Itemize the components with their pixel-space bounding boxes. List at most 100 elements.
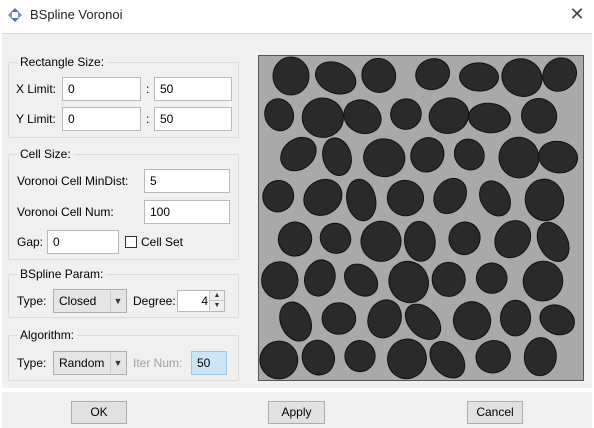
gap-label: Gap: <box>17 235 44 249</box>
voronoi-preview <box>258 55 584 381</box>
mindist-input[interactable]: 5 <box>144 169 230 193</box>
window-title: BSpline Voronoi <box>30 7 123 22</box>
voronoi-cell <box>301 339 336 376</box>
cancel-button[interactable]: Cancel <box>467 401 523 424</box>
voronoi-cell <box>453 138 485 171</box>
voronoi-cell <box>433 177 467 215</box>
voronoi-cell <box>521 97 558 134</box>
algorithm-type-value: Random <box>59 356 105 370</box>
voronoi-cell <box>501 58 543 97</box>
voronoi-cell <box>494 220 532 259</box>
cell-num-label: Voronoi Cell Num: <box>17 205 114 219</box>
close-icon[interactable]: ✕ <box>566 3 588 25</box>
voronoi-cell <box>428 97 470 134</box>
button-bar: OK Apply Cancel <box>2 392 592 428</box>
voronoi-cell <box>459 62 500 92</box>
x-max-input[interactable]: 50 <box>154 77 232 101</box>
voronoi-cell <box>319 222 352 254</box>
voronoi-cell <box>280 136 317 172</box>
x-separator: : <box>146 82 150 96</box>
voronoi-cell <box>452 301 492 341</box>
spline-type-value: Closed <box>59 294 97 308</box>
voronoi-cell <box>522 260 564 302</box>
voronoi-cell <box>277 221 313 257</box>
chevron-down-icon: ▼ <box>110 353 125 373</box>
y-min-input[interactable]: 0 <box>62 107 141 131</box>
bspline-param-legend: BSpline Param: <box>17 267 107 281</box>
voronoi-cell <box>363 138 406 178</box>
voronoi-cell <box>448 221 481 256</box>
voronoi-cell <box>542 57 578 92</box>
spin-up-icon[interactable]: ▲ <box>210 291 224 301</box>
y-separator: : <box>146 112 150 126</box>
cell-size-group: Cell Size: Voronoi Cell MinDist: 5 Voron… <box>8 147 239 260</box>
voronoi-cell <box>361 58 397 93</box>
algorithm-type-select[interactable]: Random ▼ <box>53 351 127 375</box>
ok-button[interactable]: OK <box>71 401 127 424</box>
voronoi-cell <box>415 58 451 91</box>
gap-input[interactable]: 0 <box>47 230 119 254</box>
voronoi-cell <box>261 261 299 300</box>
mindist-label: Voronoi Cell MinDist: <box>17 174 129 188</box>
cell-set-checkbox[interactable] <box>125 236 137 248</box>
voronoi-cell <box>367 299 402 339</box>
voronoi-cell <box>387 338 427 380</box>
apply-button[interactable]: Apply <box>268 401 325 424</box>
voronoi-cell <box>410 137 445 173</box>
rectangle-size-legend: Rectangle Size: <box>17 55 108 69</box>
voronoi-cell <box>429 340 466 379</box>
chevron-down-icon: ▼ <box>110 291 125 311</box>
iter-num-input[interactable]: 50 <box>191 351 227 375</box>
voronoi-cell <box>279 301 312 342</box>
voronoi-cell <box>538 140 579 174</box>
voronoi-cell <box>344 263 379 297</box>
voronoi-cell <box>272 56 310 96</box>
degree-spinbox[interactable]: 4 ▲ ▼ <box>177 290 225 312</box>
cell-size-legend: Cell Size: <box>17 147 74 161</box>
voronoi-cells-canvas <box>259 56 579 380</box>
voronoi-cell <box>314 61 357 95</box>
voronoi-cell <box>536 221 570 262</box>
spline-type-label: Type: <box>17 294 47 308</box>
voronoi-cell <box>344 340 376 373</box>
voronoi-cell <box>322 137 352 176</box>
voronoi-cell <box>539 304 575 336</box>
y-max-input[interactable]: 50 <box>154 107 232 131</box>
cell-set-label[interactable]: Cell Set <box>141 235 183 249</box>
spline-type-select[interactable]: Closed ▼ <box>53 289 127 313</box>
x-min-input[interactable]: 0 <box>62 77 141 101</box>
voronoi-cell <box>343 99 382 135</box>
voronoi-cell <box>390 98 422 130</box>
degree-label: Degree: <box>133 294 176 308</box>
iter-num-label: Iter Num: <box>133 356 183 370</box>
voronoi-cell <box>360 220 402 262</box>
voronoi-cell <box>321 302 357 335</box>
cell-num-input[interactable]: 100 <box>144 200 230 224</box>
voronoi-cell <box>475 262 508 294</box>
spin-down-icon[interactable]: ▼ <box>210 301 224 311</box>
dialog-body: Rectangle Size: X Limit: 0 : 50 Y Limit:… <box>2 33 592 388</box>
title-bar: BSpline Voronoi ✕ <box>0 0 594 30</box>
voronoi-cell <box>403 220 436 262</box>
voronoi-cell <box>523 337 557 377</box>
bspline-param-group: BSpline Param: Type: Closed ▼ Degree: 4 … <box>8 267 239 318</box>
algorithm-legend: Algorithm: <box>17 328 78 342</box>
rectangle-size-group: Rectangle Size: X Limit: 0 : 50 Y Limit:… <box>8 55 239 138</box>
voronoi-cell <box>499 299 532 337</box>
degree-value: 4 <box>201 294 208 308</box>
voronoi-cell <box>498 136 540 179</box>
voronoi-cell <box>475 340 511 374</box>
voronoi-cell <box>479 180 511 217</box>
algorithm-group: Algorithm: Type: Random ▼ Iter Num: 50 <box>8 328 239 381</box>
voronoi-cell <box>524 178 565 222</box>
voronoi-cell <box>301 97 344 138</box>
algorithm-type-label: Type: <box>17 356 47 370</box>
voronoi-cell <box>262 180 295 213</box>
voronoi-cell <box>304 259 336 297</box>
voronoi-cell <box>467 102 511 134</box>
y-limit-label: Y Limit: <box>16 112 56 126</box>
voronoi-cell <box>303 178 343 216</box>
voronoi-cell <box>346 178 377 222</box>
voronoi-cell <box>431 261 466 297</box>
x-limit-label: X Limit: <box>16 82 57 96</box>
